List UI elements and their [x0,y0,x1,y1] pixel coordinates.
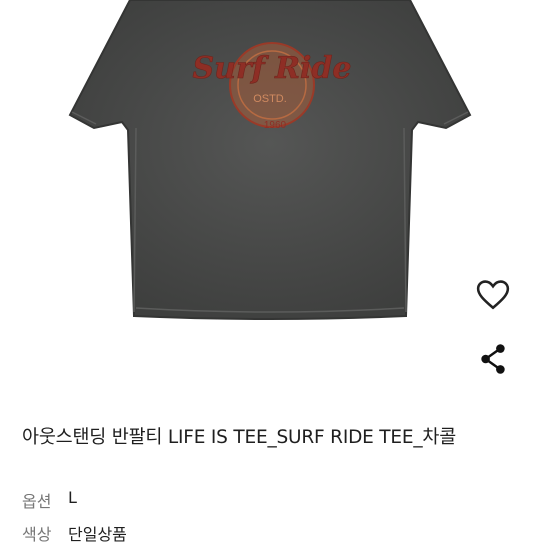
option-size-value: L [68,488,77,507]
option-color-label: 색상 [22,525,52,544]
favorite-button[interactable] [472,274,514,316]
print-small-text: OSTD. [253,93,287,105]
option-size-label: 옵션 [22,492,52,511]
tshirt-illustration: Surf Ride OSTD. 1960 [68,0,472,320]
option-size-row: 옵션 L [22,488,77,512]
print-text: Surf Ride [192,51,351,86]
product-image[interactable]: Surf Ride OSTD. 1960 [0,0,540,400]
option-color-row: 색상 단일상품 [22,521,127,545]
option-color-value: 단일상품 [68,525,127,544]
heart-outline-icon [476,280,510,310]
share-button[interactable] [472,338,514,380]
product-title: 아웃스탠딩 반팔티 LIFE IS TEE_SURF RIDE TEE_차콜 [22,427,457,448]
share-icon [481,344,505,374]
print-year: 1960 [264,120,287,131]
